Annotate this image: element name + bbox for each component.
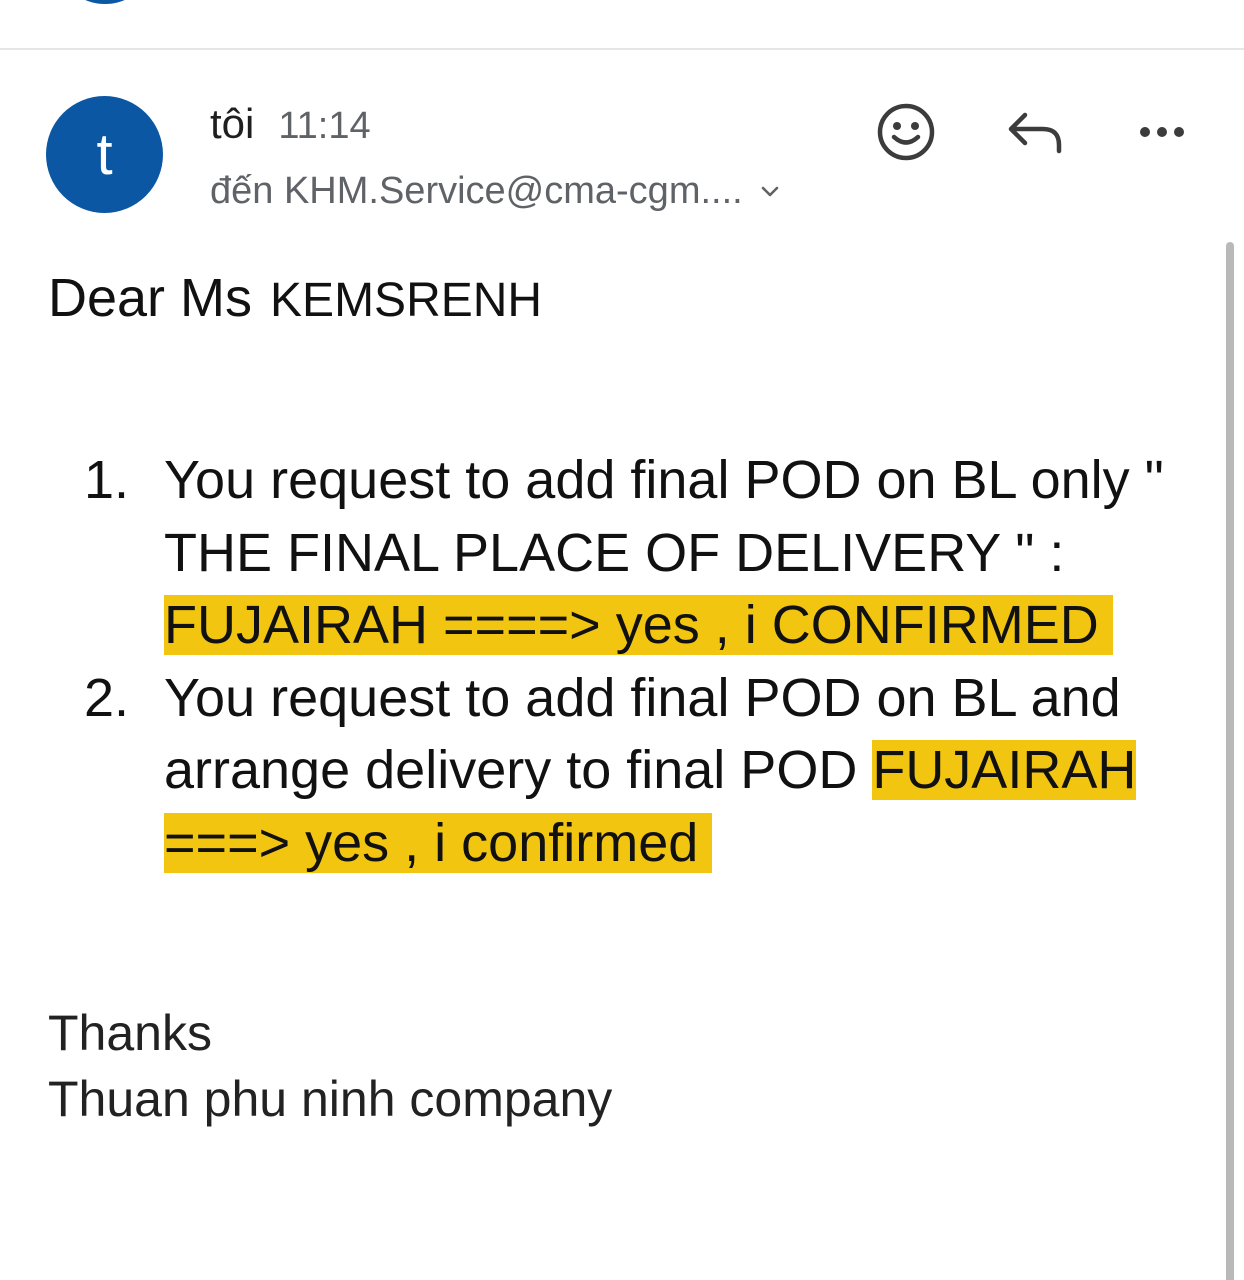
smiley-icon[interactable] xyxy=(874,100,938,164)
list-item: 1. You request to add final POD on BL on… xyxy=(48,444,1198,662)
list-item-number: 2. xyxy=(84,667,130,728)
more-icon[interactable] xyxy=(1130,100,1194,164)
scrollbar[interactable] xyxy=(1226,242,1234,1280)
previous-message-avatar[interactable] xyxy=(70,0,140,4)
email-view: t tôi 11:14 đến KHM.Service@cma-cgm.... xyxy=(0,0,1244,1280)
chevron-down-icon xyxy=(759,180,781,202)
list-item-number: 1. xyxy=(84,450,130,510)
closing-company: Thuan phu ninh company xyxy=(48,1071,613,1127)
message-time: 11:14 xyxy=(278,105,371,147)
greeting-prefix: Dear Ms xyxy=(48,268,253,328)
list-item: 2. You request to add final POD on BL an… xyxy=(48,662,1198,880)
greeting: Dear Ms KEMSRENH xyxy=(48,262,1208,337)
greeting-name: KEMSRENH xyxy=(270,274,543,327)
list-item-text: You request to add final POD on BL only … xyxy=(164,450,1164,583)
sender-avatar[interactable]: t xyxy=(46,96,163,213)
signature: Thanks Thuan phu ninh company xyxy=(48,1000,612,1132)
highlighted-text: FUJAIRAH ====> yes , i CONFIRMED xyxy=(164,595,1113,655)
confirmation-list: 1. You request to add final POD on BL on… xyxy=(48,444,1198,879)
sender-line: tôi 11:14 xyxy=(210,100,371,150)
avatar-letter: t xyxy=(96,122,113,187)
closing-thanks: Thanks xyxy=(48,1005,212,1061)
sender-name: tôi xyxy=(210,100,255,147)
recipient-text: đến KHM.Service@cma-cgm.... xyxy=(210,169,743,212)
reply-icon[interactable] xyxy=(1002,100,1066,164)
divider xyxy=(0,48,1244,50)
recipient-details-toggle[interactable]: đến KHM.Service@cma-cgm.... xyxy=(210,166,781,216)
message-body: Dear Ms KEMSRENH xyxy=(48,262,1208,337)
